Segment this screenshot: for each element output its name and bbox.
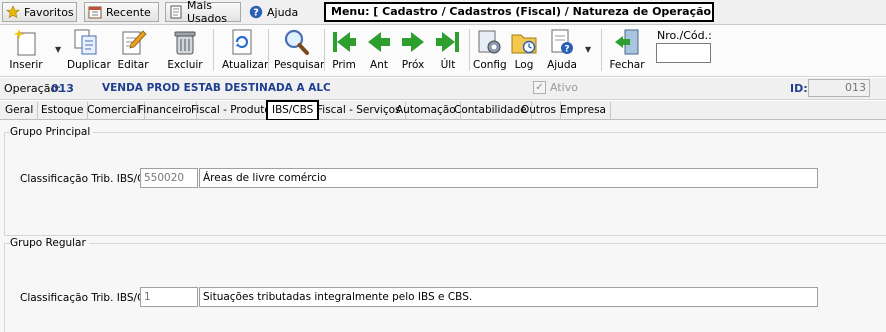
edit-icon bbox=[118, 27, 148, 57]
duplicate-icon bbox=[71, 27, 101, 57]
trash-icon bbox=[170, 27, 200, 57]
grupo-principal-title: Grupo Principal bbox=[10, 126, 94, 138]
excluir-button[interactable]: Excluir bbox=[166, 27, 204, 73]
nro-cod-label: Nro./Cód.: bbox=[657, 29, 712, 42]
config-button[interactable]: Config bbox=[473, 27, 507, 73]
toolbar-separator bbox=[213, 29, 214, 71]
tab-content-ibs-cbs: Grupo Principal Classificação Trib. IBS/… bbox=[0, 120, 886, 332]
favoritos-button[interactable]: Favoritos bbox=[2, 2, 77, 22]
ajuda-quick-button[interactable]: ? Ajuda bbox=[246, 2, 298, 22]
fechar-button[interactable]: Fechar bbox=[609, 27, 645, 73]
config-icon bbox=[474, 27, 504, 57]
inserir-dropdown-icon[interactable]: ▼ bbox=[55, 45, 61, 54]
help-doc-icon: ? bbox=[547, 27, 577, 57]
atualizar-button[interactable]: Atualizar bbox=[222, 27, 268, 73]
refresh-icon bbox=[227, 27, 257, 57]
pesquisar-button[interactable]: Pesquisar bbox=[274, 27, 324, 73]
main-toolbar: Inserir ▼ Duplicar Editar Excluir Atuali… bbox=[0, 25, 886, 77]
ult-button[interactable]: Últ bbox=[433, 27, 463, 73]
tab-empresa[interactable]: Empresa bbox=[556, 102, 611, 120]
inserir-button[interactable]: Inserir bbox=[8, 27, 44, 73]
toolbar-separator bbox=[601, 29, 602, 71]
mais-usados-button[interactable]: Mais Usados bbox=[165, 0, 241, 25]
log-button[interactable]: Log bbox=[509, 27, 539, 73]
ant-button[interactable]: Ant bbox=[364, 27, 394, 73]
grupo-regular-code-field[interactable]: 1 bbox=[140, 287, 198, 307]
nro-cod-input[interactable] bbox=[656, 43, 711, 63]
prox-button[interactable]: Próx bbox=[398, 27, 428, 73]
checkmark-icon: ✓ bbox=[533, 81, 546, 94]
ativo-label: Ativo bbox=[550, 81, 578, 94]
log-folder-icon bbox=[509, 27, 539, 57]
last-arrow-icon bbox=[433, 27, 463, 57]
tab-ibs-cbs[interactable]: IBS/CBS bbox=[266, 100, 320, 121]
toolbar-separator bbox=[268, 29, 269, 71]
ativo-checkbox[interactable]: ✓ Ativo bbox=[533, 81, 578, 94]
previous-arrow-icon bbox=[364, 27, 394, 57]
first-arrow-icon bbox=[329, 27, 359, 57]
recente-button[interactable]: Recente bbox=[84, 2, 159, 22]
star-icon bbox=[6, 5, 20, 19]
document-icon bbox=[169, 5, 183, 19]
next-arrow-icon bbox=[398, 27, 428, 57]
tab-geral[interactable]: Geral bbox=[1, 102, 39, 120]
ajuda-button[interactable]: ? Ajuda bbox=[545, 27, 579, 73]
magnifier-icon bbox=[281, 27, 311, 57]
svg-text:?: ? bbox=[564, 45, 569, 55]
toolbar-separator bbox=[469, 29, 470, 71]
duplicar-button[interactable]: Duplicar bbox=[67, 27, 111, 73]
grupo-principal-description-field: Áreas de livre comércio bbox=[199, 168, 818, 188]
tab-bar: Geral Estoque Comercial Financeiro Fisca… bbox=[0, 100, 886, 121]
tab-estoque[interactable]: Estoque bbox=[37, 102, 89, 120]
ajuda-dropdown-icon[interactable]: ▼ bbox=[585, 45, 591, 54]
id-field: 013 bbox=[808, 79, 870, 97]
tab-outros[interactable]: Outros bbox=[517, 102, 562, 120]
svg-text:?: ? bbox=[253, 8, 259, 19]
prim-button[interactable]: Prim bbox=[329, 27, 359, 73]
editar-button[interactable]: Editar bbox=[115, 27, 151, 73]
toolbar-separator bbox=[324, 29, 325, 71]
grupo-principal-code-field[interactable]: 550020 bbox=[140, 168, 198, 188]
help-icon: ? bbox=[249, 5, 263, 19]
quick-access-bar: Favoritos Recente Mais Usados ? Ajuda Me… bbox=[0, 0, 886, 25]
calendar-icon bbox=[88, 5, 102, 19]
menu-path: Menu: [ Cadastro / Cadastros (Fiscal) / … bbox=[324, 2, 714, 22]
operation-bar: Operação: 013 VENDA PROD ESTAB DESTINADA… bbox=[0, 78, 886, 100]
operacao-description: VENDA PROD ESTAB DESTINADA A ALC bbox=[102, 82, 331, 94]
id-label: ID: bbox=[790, 82, 808, 95]
grupo-regular-title: Grupo Regular bbox=[10, 237, 89, 249]
operacao-number: 013 bbox=[51, 82, 74, 95]
new-sparkle-icon bbox=[11, 27, 41, 57]
grupo-regular-description-field: Situações tributadas integralmente pelo … bbox=[199, 287, 818, 307]
exit-door-icon bbox=[612, 27, 642, 57]
